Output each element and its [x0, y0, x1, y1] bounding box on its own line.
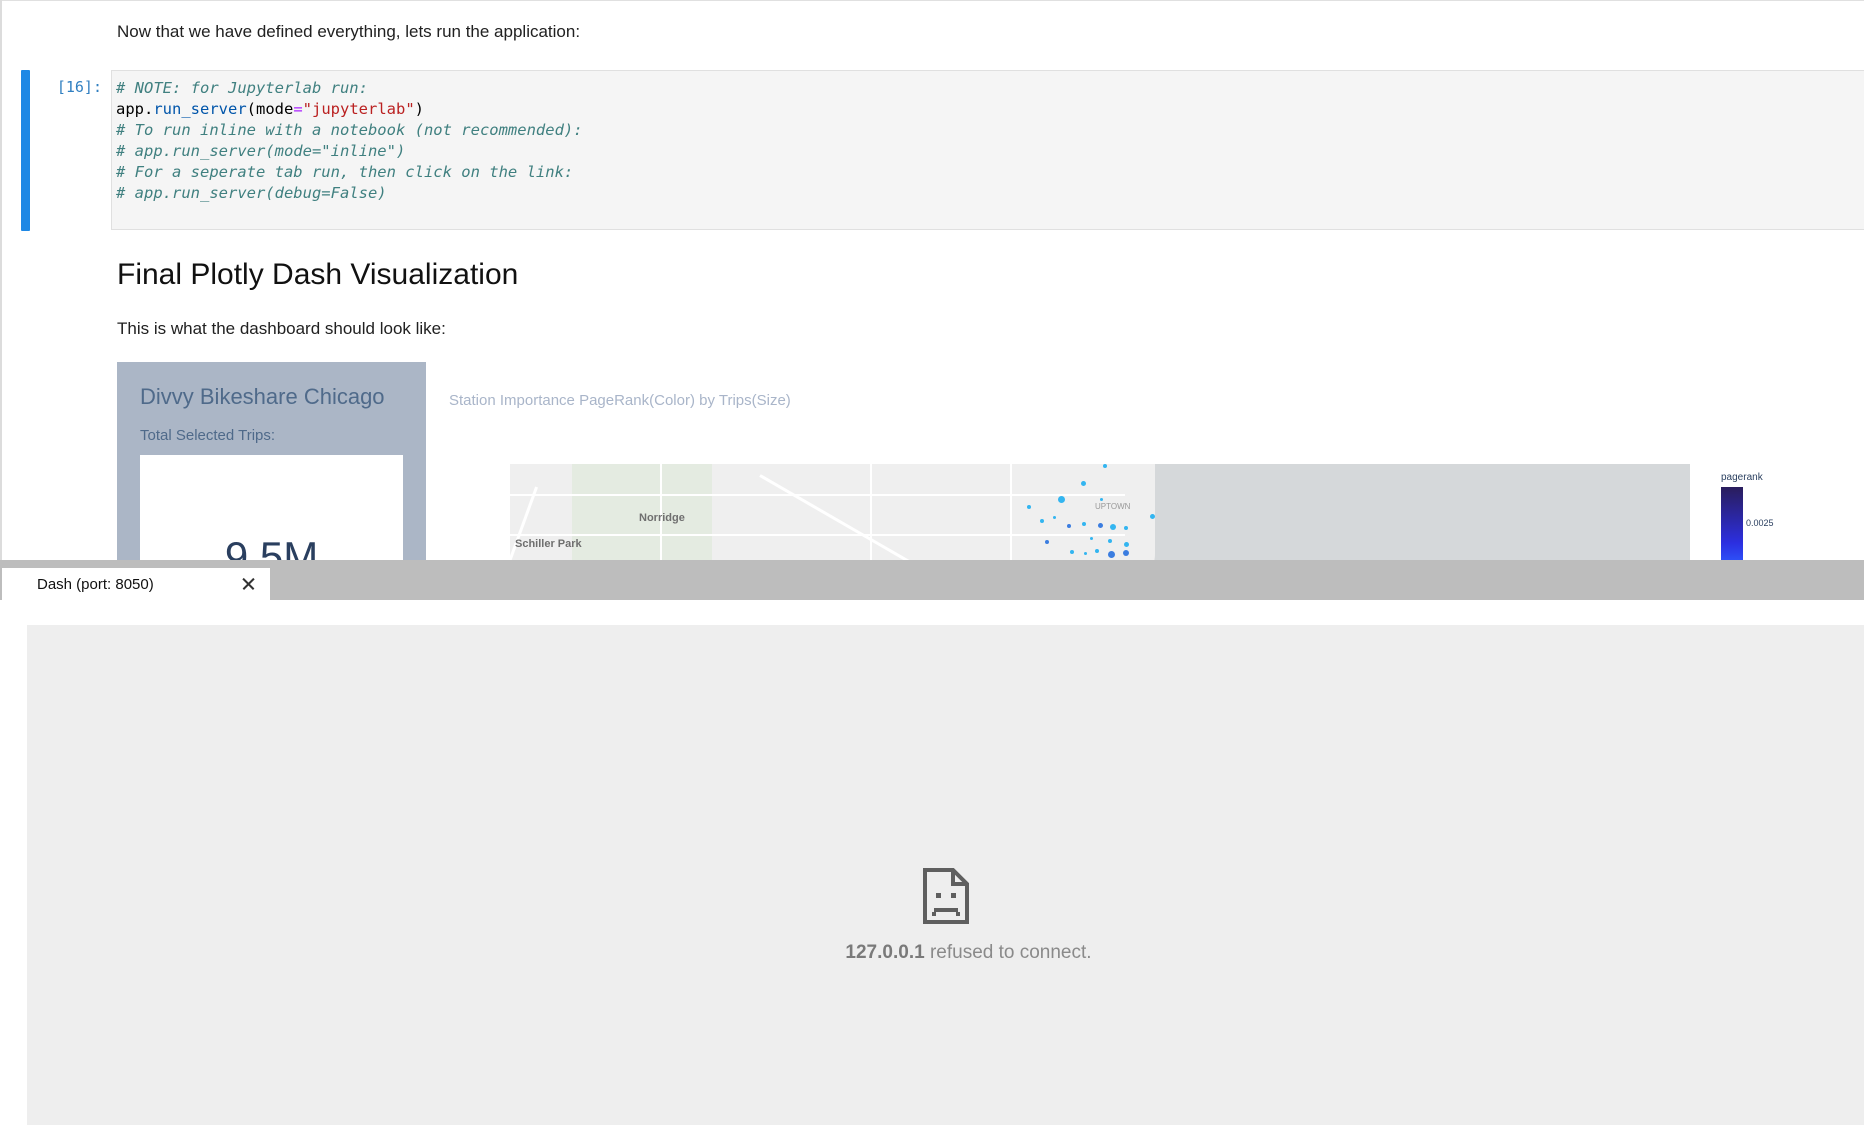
map-label-uptown: UPTOWN	[1095, 502, 1131, 511]
tab-dash-port-8050[interactable]: Dash (port: 8050)	[2, 568, 270, 600]
section-heading: Final Plotly Dash Visualization	[117, 258, 519, 291]
station-dot	[1027, 505, 1031, 509]
broken-page-icon	[923, 868, 969, 924]
dashboard-sidebar: Divvy Bikeshare Chicago Total Selected T…	[117, 362, 426, 560]
dashboard-title: Divvy Bikeshare Chicago	[140, 384, 385, 409]
description-text: This is what the dashboard should look l…	[117, 319, 446, 338]
connection-error-message: 127.0.0.1 refused to connect.	[0, 942, 1864, 964]
shoreline	[1125, 464, 1155, 560]
station-dot	[1081, 481, 1086, 486]
code-text[interactable]: # NOTE: for Jupyterlab run: app.run_serv…	[116, 78, 583, 204]
lake-michigan	[1140, 464, 1690, 560]
code-comment: # app.run_server(debug=False)	[116, 184, 387, 202]
pagerank-colorbar	[1721, 487, 1743, 560]
station-dot	[1150, 514, 1155, 519]
dashboard-preview-image: Divvy Bikeshare Chicago Total Selected T…	[117, 362, 1864, 560]
code-comment: # app.run_server(mode="inline")	[116, 142, 406, 160]
dashboard-subtitle: Total Selected Trips:	[140, 427, 276, 444]
map-road	[1010, 464, 1012, 560]
station-dot	[1103, 464, 1107, 468]
error-message: refused to connect.	[924, 942, 1092, 963]
station-map: Norridge Schiller Park UPTOWN	[510, 464, 1690, 560]
intro-text: Now that we have defined everything, let…	[117, 22, 581, 41]
notebook-area: Now that we have defined everything, let…	[0, 0, 1864, 560]
close-icon[interactable]	[239, 574, 259, 594]
map-road	[759, 474, 969, 560]
tab-label: Dash (port: 8050)	[37, 576, 154, 593]
station-dot	[1100, 498, 1103, 501]
code-comment: # NOTE: for Jupyterlab run:	[116, 79, 368, 97]
station-dot	[1053, 516, 1056, 519]
station-dot	[1098, 523, 1103, 528]
code-paren: (mode	[246, 100, 294, 118]
station-dot	[1123, 550, 1129, 556]
station-dot	[1070, 550, 1074, 554]
panel-tab-bar	[0, 560, 1864, 600]
code-comment: # To run inline with a notebook (not rec…	[116, 121, 583, 139]
station-dot	[1108, 551, 1115, 558]
code-comment: # For a seperate tab run, then click on …	[116, 163, 574, 181]
map-label-schiller-park: Schiller Park	[515, 538, 582, 550]
active-cell-indicator[interactable]	[21, 70, 30, 231]
error-host: 127.0.0.1	[845, 942, 925, 963]
map-chart-title: Station Importance PageRank(Color) by Tr…	[449, 392, 791, 409]
station-dot	[1045, 540, 1049, 544]
station-dot	[1108, 539, 1112, 543]
map-road	[510, 494, 1140, 496]
cell-prompt: [16]:	[56, 78, 102, 96]
map-label-norridge: Norridge	[639, 512, 685, 524]
code-operator: =	[293, 100, 303, 118]
code-function: run_server	[153, 100, 247, 118]
map-road	[510, 534, 1140, 536]
total-trips-value: 9.5M	[224, 533, 319, 560]
colorbar-title: pagerank	[1721, 472, 1763, 483]
code-paren-close: )	[414, 100, 424, 118]
station-dot	[1082, 522, 1086, 526]
station-dot	[1084, 552, 1087, 555]
station-dot	[1090, 537, 1093, 540]
colorbar-tick: 0.0025	[1746, 518, 1774, 528]
code-string: "jupyterlab"	[302, 100, 415, 118]
station-dot	[1124, 542, 1129, 547]
station-dot	[1095, 549, 1099, 553]
station-dot	[1067, 524, 1071, 528]
station-dot	[1058, 496, 1065, 503]
station-dot	[1040, 519, 1044, 523]
total-trips-card: 9.5M	[140, 455, 403, 560]
code-object: app.	[116, 100, 154, 118]
station-dot	[1110, 524, 1116, 530]
station-dot	[1124, 526, 1128, 530]
map-road	[870, 464, 872, 560]
